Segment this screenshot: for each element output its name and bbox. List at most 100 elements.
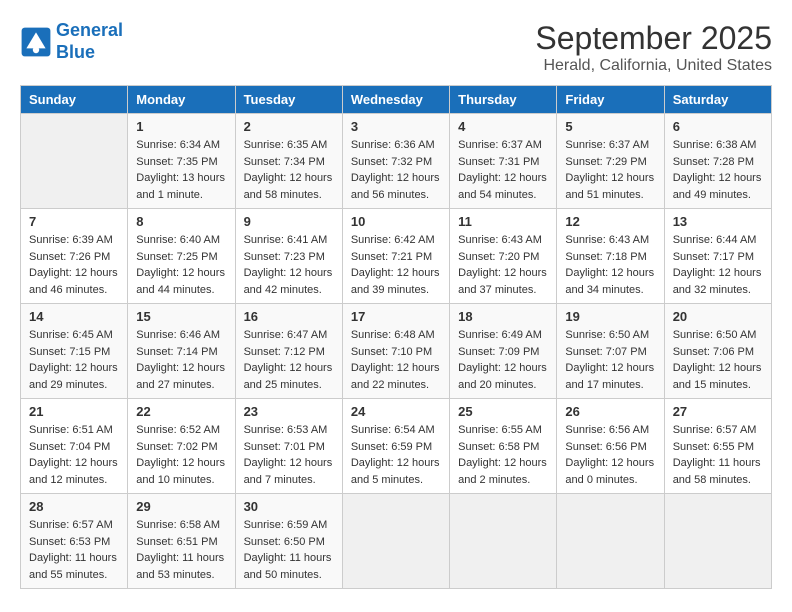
day-info-line: and 5 minutes. [351, 474, 423, 486]
day-number: 10 [351, 214, 441, 229]
day-number: 14 [29, 309, 119, 324]
calendar-cell [664, 494, 771, 589]
calendar-cell: 12 Sunrise: 6:43 AMSunset: 7:18 PMDayligh… [557, 209, 664, 304]
day-info-line: and 44 minutes. [136, 284, 214, 296]
calendar-cell: 8Sunrise: 6:40 AMSunset: 7:25 PMDaylight… [128, 209, 235, 304]
day-info: Sunrise: 6:50 AMSunset: 7:06 PMDaylight:… [673, 327, 763, 393]
day-info-line: Sunset: 7:04 PM [29, 441, 110, 453]
calendar-cell: 9Sunrise: 6:41 AMSunset: 7:23 PMDaylight… [235, 209, 342, 304]
day-info-line: and 32 minutes. [673, 284, 751, 296]
calendar-cell: 1 Sunrise: 6:34 AMSunset: 7:35 PMDaylight… [128, 114, 235, 209]
day-info-line: Sunrise: 6:36 AM [351, 139, 435, 151]
day-info-line: Sunrise: 6:37 AM [458, 139, 542, 151]
day-info-line: and 1 minute. [136, 189, 203, 201]
day-number: 12 [565, 214, 655, 229]
day-info: Sunrise: 6:52 AMSunset: 7:02 PMDaylight:… [136, 422, 226, 488]
day-info-line: Sunrise: 6:51 AM [29, 424, 113, 436]
day-info-line: Sunrise: 6:40 AM [136, 234, 220, 246]
day-header-friday: Friday [557, 86, 664, 114]
day-number: 1 [136, 119, 226, 134]
day-info: Sunrise: 6:55 AMSunset: 6:58 PMDaylight:… [458, 422, 548, 488]
calendar-cell: 28Sunrise: 6:57 AMSunset: 6:53 PMDayligh… [21, 494, 128, 589]
day-info: Sunrise: 6:34 AMSunset: 7:35 PMDaylight:… [136, 137, 226, 203]
day-info-line: and 58 minutes. [673, 474, 751, 486]
calendar-cell: 10Sunrise: 6:42 AMSunset: 7:21 PMDayligh… [342, 209, 449, 304]
day-info-line: Sunset: 7:12 PM [244, 346, 325, 358]
day-info-line: and 7 minutes. [244, 474, 316, 486]
day-info-line: Sunrise: 6:46 AM [136, 329, 220, 341]
day-info-line: Sunrise: 6:56 AM [565, 424, 649, 436]
logo-text: General Blue [56, 20, 123, 63]
location-subtitle: Herald, California, United States [535, 57, 772, 75]
logo: General Blue [20, 20, 123, 63]
calendar-cell: 15Sunrise: 6:46 AMSunset: 7:14 PMDayligh… [128, 304, 235, 399]
day-info-line: Daylight: 12 hours [244, 362, 333, 374]
day-info-line: Daylight: 12 hours [351, 457, 440, 469]
day-number: 23 [244, 404, 334, 419]
calendar-cell: 30Sunrise: 6:59 AMSunset: 6:50 PMDayligh… [235, 494, 342, 589]
day-info-line: Daylight: 12 hours [351, 362, 440, 374]
day-info-line: Daylight: 12 hours [565, 267, 654, 279]
day-info-line: Sunset: 7:32 PM [351, 156, 432, 168]
day-info-line: Sunrise: 6:41 AM [244, 234, 328, 246]
calendar-cell: 20Sunrise: 6:50 AMSunset: 7:06 PMDayligh… [664, 304, 771, 399]
week-row-2: 7Sunrise: 6:39 AMSunset: 7:26 PMDaylight… [21, 209, 772, 304]
calendar-cell: 24Sunrise: 6:54 AMSunset: 6:59 PMDayligh… [342, 399, 449, 494]
day-info: Sunrise: 6:53 AMSunset: 7:01 PMDaylight:… [244, 422, 334, 488]
day-info-line: and 42 minutes. [244, 284, 322, 296]
day-number: 6 [673, 119, 763, 134]
calendar-cell [342, 494, 449, 589]
day-info: Sunrise: 6:49 AMSunset: 7:09 PMDaylight:… [458, 327, 548, 393]
day-info-line: Sunset: 7:25 PM [136, 251, 217, 263]
day-info-line: and 39 minutes. [351, 284, 429, 296]
day-info-line: Daylight: 12 hours [136, 362, 225, 374]
day-header-saturday: Saturday [664, 86, 771, 114]
day-number: 26 [565, 404, 655, 419]
day-info-line: Sunset: 7:21 PM [351, 251, 432, 263]
day-info-line: Sunrise: 6:55 AM [458, 424, 542, 436]
day-info-line: Sunset: 7:26 PM [29, 251, 110, 263]
calendar-header-row: SundayMondayTuesdayWednesdayThursdayFrid… [21, 86, 772, 114]
day-info: Sunrise: 6:41 AMSunset: 7:23 PMDaylight:… [244, 232, 334, 298]
day-info-line: Sunrise: 6:37 AM [565, 139, 649, 151]
day-info-line: and 54 minutes. [458, 189, 536, 201]
calendar-cell: 7Sunrise: 6:39 AMSunset: 7:26 PMDaylight… [21, 209, 128, 304]
day-number: 17 [351, 309, 441, 324]
day-info-line: Sunset: 6:53 PM [29, 536, 110, 548]
day-info-line: Sunset: 7:17 PM [673, 251, 754, 263]
day-info-line: Sunrise: 6:53 AM [244, 424, 328, 436]
day-info-line: Daylight: 12 hours [244, 172, 333, 184]
calendar-table: SundayMondayTuesdayWednesdayThursdayFrid… [20, 85, 772, 589]
day-info-line: Sunset: 7:18 PM [565, 251, 646, 263]
calendar-cell [450, 494, 557, 589]
day-number: 3 [351, 119, 441, 134]
day-info-line: Sunset: 7:28 PM [673, 156, 754, 168]
day-info-line: Daylight: 12 hours [136, 457, 225, 469]
day-info-line: Daylight: 12 hours [565, 172, 654, 184]
calendar-cell: 6Sunrise: 6:38 AMSunset: 7:28 PMDaylight… [664, 114, 771, 209]
day-info: Sunrise: 6:51 AMSunset: 7:04 PMDaylight:… [29, 422, 119, 488]
day-info: Sunrise: 6:57 AMSunset: 6:55 PMDaylight:… [673, 422, 763, 488]
week-row-5: 28Sunrise: 6:57 AMSunset: 6:53 PMDayligh… [21, 494, 772, 589]
day-number: 5 [565, 119, 655, 134]
day-info-line: and 46 minutes. [29, 284, 107, 296]
day-info: Sunrise: 6:44 AMSunset: 7:17 PMDaylight:… [673, 232, 763, 298]
calendar-cell [21, 114, 128, 209]
day-info-line: Sunset: 7:34 PM [244, 156, 325, 168]
day-info-line: Daylight: 12 hours [29, 267, 118, 279]
day-info-line: Sunrise: 6:54 AM [351, 424, 435, 436]
day-info-line: and 34 minutes. [565, 284, 643, 296]
day-info-line: and 15 minutes. [673, 379, 751, 391]
day-number: 21 [29, 404, 119, 419]
day-info: Sunrise: 6:54 AMSunset: 6:59 PMDaylight:… [351, 422, 441, 488]
logo-line1: General [56, 20, 123, 40]
day-info-line: Sunrise: 6:57 AM [673, 424, 757, 436]
day-info-line: and 58 minutes. [244, 189, 322, 201]
day-info: Sunrise: 6:35 AMSunset: 7:34 PMDaylight:… [244, 137, 334, 203]
day-info-line: Daylight: 13 hours [136, 172, 225, 184]
day-info-line: Sunset: 6:56 PM [565, 441, 646, 453]
day-info-line: Sunrise: 6:43 AM [458, 234, 542, 246]
day-info-line: and 27 minutes. [136, 379, 214, 391]
calendar-cell: 27Sunrise: 6:57 AMSunset: 6:55 PMDayligh… [664, 399, 771, 494]
day-info: Sunrise: 6:43 AMSunset: 7:18 PMDaylight:… [565, 232, 655, 298]
